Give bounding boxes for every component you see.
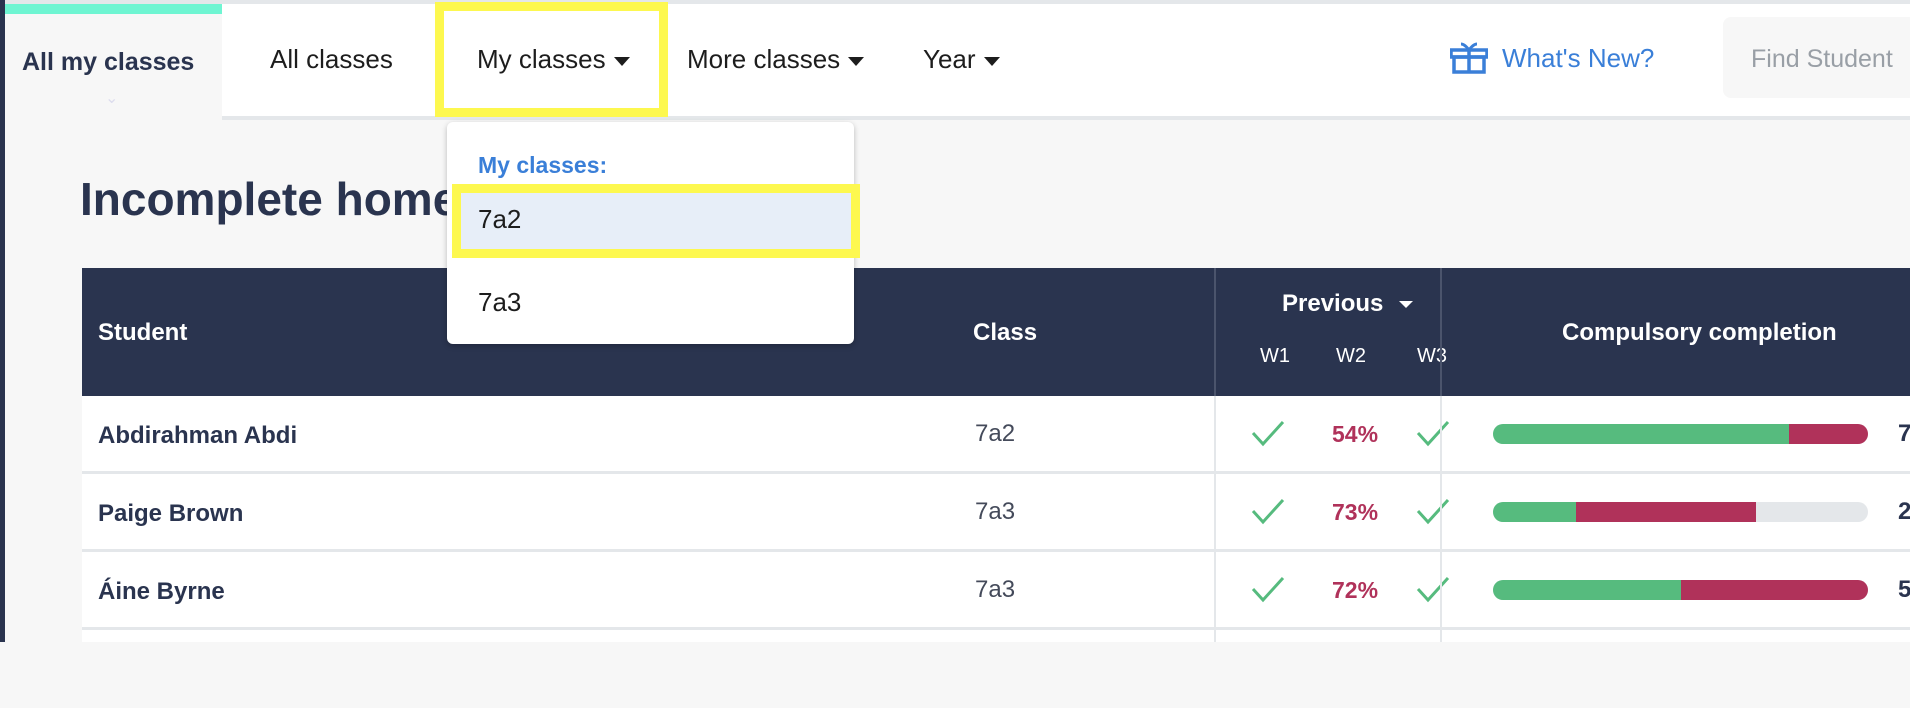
header-w3: W3 (1417, 345, 1447, 367)
table-row[interactable]: Áine Byrne 7a3 72% 5 (82, 552, 1910, 630)
w2-percent: 73% (1332, 499, 1379, 525)
active-tab-indicator (5, 4, 222, 14)
nav-all-classes[interactable]: All classes (270, 44, 393, 75)
table-row[interactable]: Abdirahman Abdi 7a2 54% 7 (82, 396, 1910, 474)
check-icon (1250, 418, 1286, 448)
header-w2: W2 (1336, 345, 1366, 367)
chevron-down-icon: ⌄ (105, 90, 119, 107)
completion-bar (1493, 424, 1868, 444)
column-divider (1214, 268, 1216, 396)
caret-down-icon (848, 56, 865, 66)
header-student[interactable]: Student (98, 319, 187, 347)
caret-down-icon (983, 56, 1000, 66)
completion-bar (1493, 580, 1868, 600)
highlight-box (435, 2, 668, 117)
student-name[interactable]: Paige Brown (98, 500, 243, 528)
completion-value: 7 (1898, 420, 1910, 447)
nav-more-classes[interactable]: More classes (687, 44, 865, 75)
find-student-input[interactable]: Find Student (1723, 17, 1910, 98)
student-name[interactable]: Abdirahman Abdi (98, 422, 297, 450)
my-classes-dropdown: My classes: 7a2 7a3 (447, 122, 860, 344)
nav-more-classes-label: More classes (687, 44, 841, 74)
w2-percent: 54% (1332, 421, 1379, 447)
completed-segment (1493, 502, 1576, 522)
completion-value: 2 (1898, 498, 1910, 525)
dropdown-heading: My classes: (478, 152, 608, 178)
completed-segment (1493, 580, 1681, 600)
w2-percent: 72% (1332, 577, 1379, 603)
check-icon (1415, 574, 1451, 604)
class-cell: 7a3 (975, 498, 1016, 525)
gift-icon (1450, 42, 1488, 74)
whats-new-label: What's New? (1502, 42, 1655, 73)
incomplete-segment (1789, 424, 1868, 444)
header-class[interactable]: Class (973, 319, 1037, 347)
class-cell: 7a3 (975, 576, 1016, 603)
dropdown-option-7a2[interactable]: 7a2 (452, 184, 860, 258)
class-cell: 7a2 (975, 420, 1016, 447)
check-icon (1250, 496, 1286, 526)
completed-segment (1493, 424, 1790, 444)
header-compulsory-completion[interactable]: Compulsory completion (1562, 319, 1837, 347)
table-header: Student Class Previous W1 W2 W3 Compulso… (82, 268, 1910, 396)
tab-label: All my classes (22, 48, 195, 76)
check-icon (1415, 418, 1451, 448)
dropdown-option-7a3[interactable]: 7a3 (452, 267, 849, 341)
whats-new-link[interactable]: What's New? (1450, 42, 1654, 74)
completion-bar (1493, 502, 1868, 522)
nav-year[interactable]: Year (923, 44, 1000, 75)
homework-table: Student Class Previous W1 W2 W3 Compulso… (82, 268, 1910, 642)
previous-label: Previous (1282, 290, 1384, 317)
check-icon (1250, 574, 1286, 604)
table-row[interactable]: Paige Brown 7a3 73% 2 (82, 474, 1910, 552)
incomplete-segment (1680, 580, 1868, 600)
student-name[interactable]: Áine Byrne (98, 578, 225, 606)
header-w1: W1 (1260, 345, 1290, 367)
nav-year-label: Year (923, 44, 976, 74)
completion-value: 5 (1898, 576, 1910, 603)
caret-down-icon (1399, 301, 1414, 309)
tab-all-my-classes[interactable]: All my classes ⌄ (5, 4, 222, 122)
header-previous[interactable]: Previous (1282, 290, 1414, 318)
incomplete-segment (1575, 502, 1756, 522)
column-divider (1440, 268, 1442, 396)
check-icon (1415, 496, 1451, 526)
